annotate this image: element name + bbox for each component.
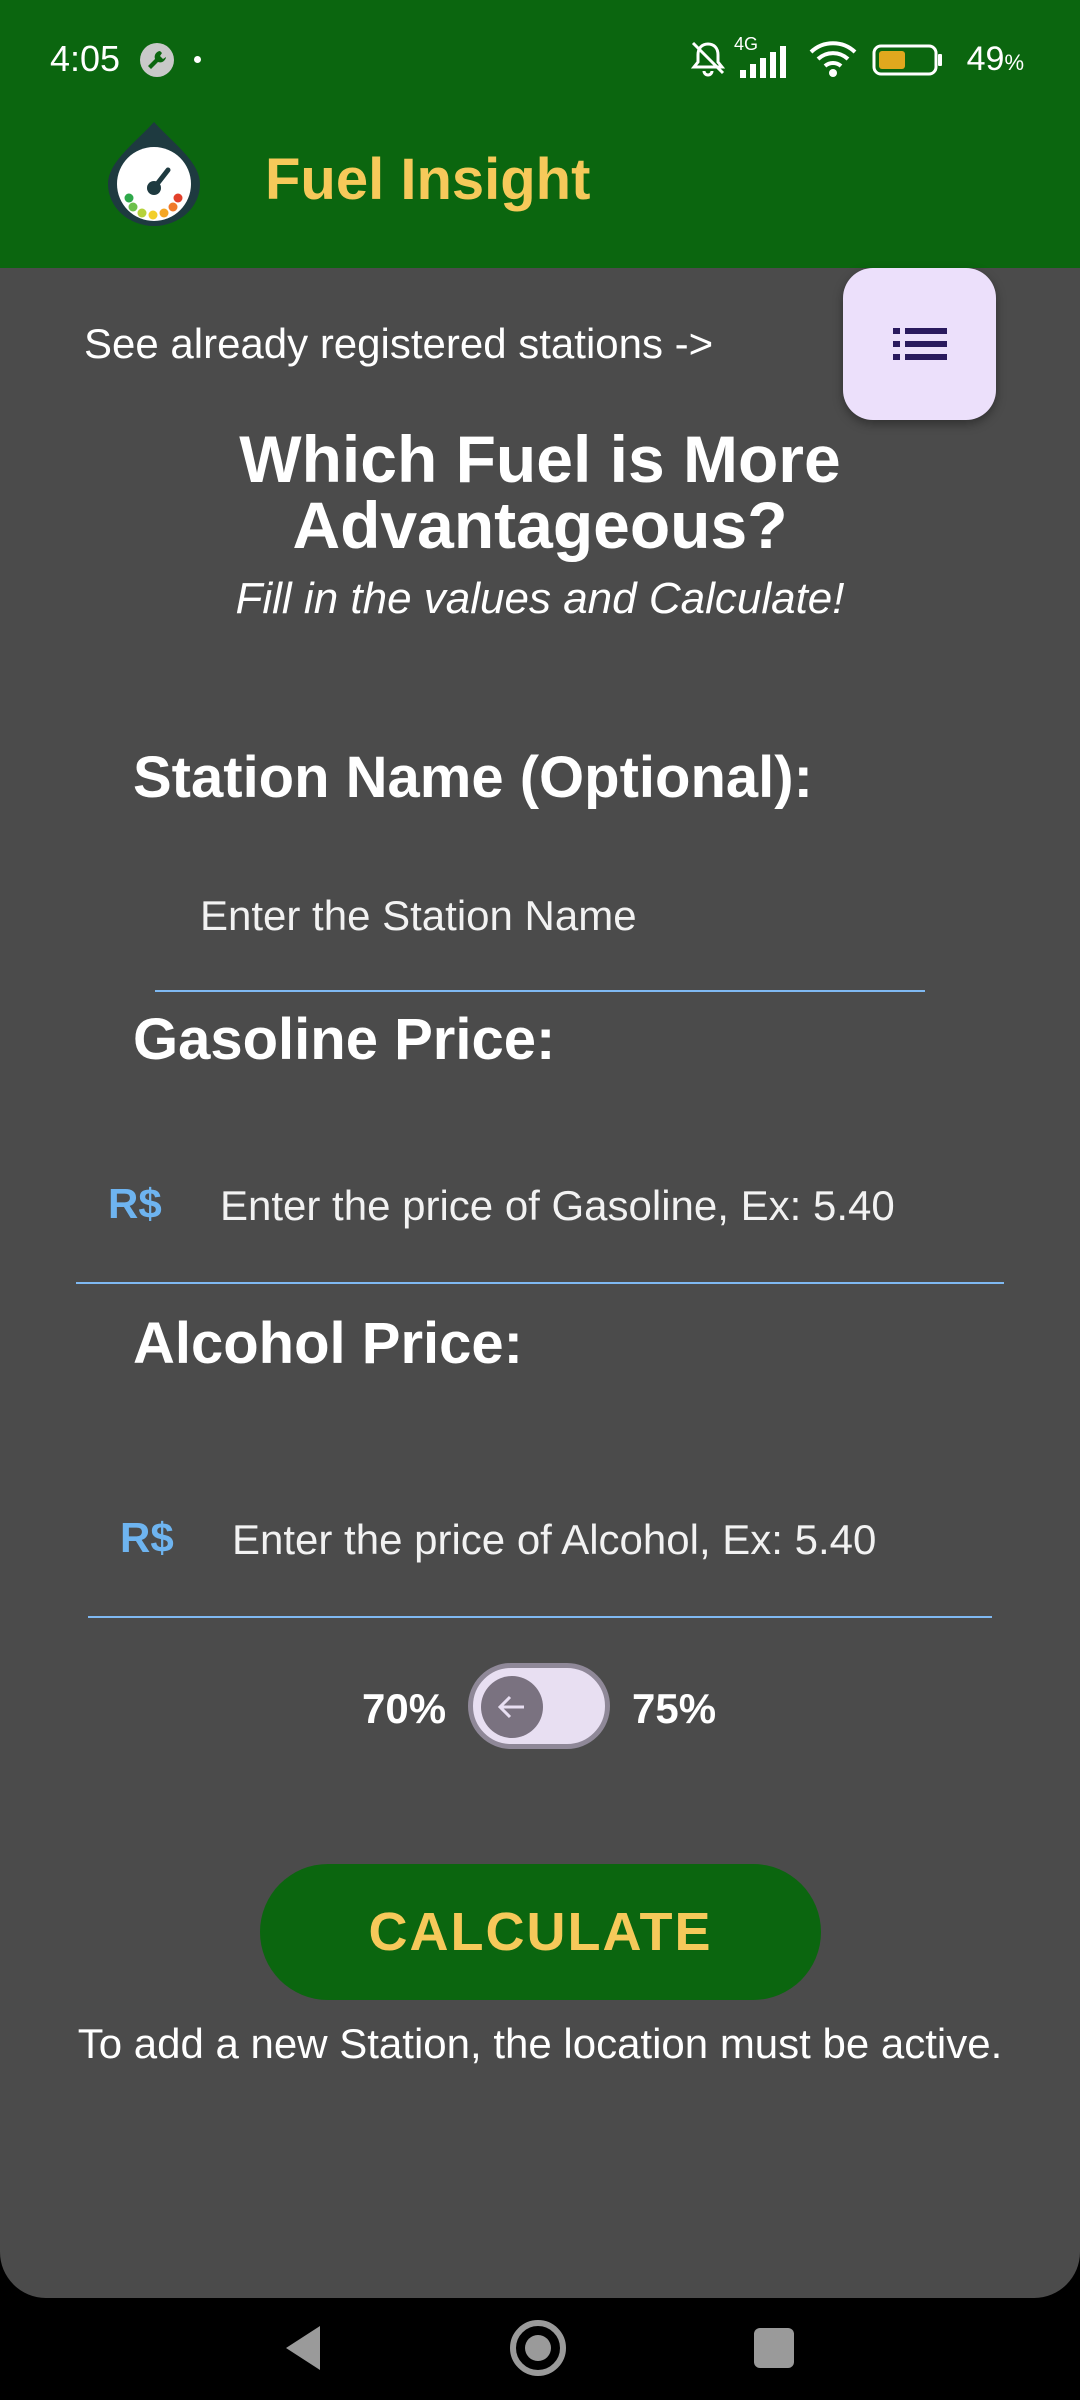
- home-icon[interactable]: [508, 2318, 568, 2378]
- notification-dot-icon: [194, 56, 201, 63]
- alcohol-price-label: Alcohol Price:: [133, 1311, 523, 1376]
- station-name-label: Station Name (Optional):: [133, 745, 813, 810]
- alcohol-currency-prefix: R$: [120, 1514, 174, 1561]
- system-nav-bar: [0, 2298, 1080, 2400]
- wrench-icon: [140, 43, 174, 77]
- station-name-underline: [155, 990, 925, 992]
- gasoline-price-input[interactable]: [220, 1176, 1000, 1236]
- status-icons: 4G 49%: [680, 34, 1080, 84]
- bell-muted-icon: [690, 41, 726, 77]
- back-icon[interactable]: [280, 2320, 330, 2376]
- app-header: 4:05 4G 49% Fuel Insight: [0, 0, 1080, 268]
- calculate-button[interactable]: CALCULATE: [260, 1864, 821, 2000]
- ratio-toggle-switch[interactable]: [468, 1663, 610, 1749]
- see-stations-text: See already registered stations ->: [84, 320, 714, 367]
- battery-icon: [872, 44, 942, 76]
- alcohol-price-underline: [88, 1616, 992, 1618]
- location-note: To add a new Station, the location must …: [77, 2020, 1003, 2067]
- gasoline-currency-prefix: R$: [108, 1180, 162, 1227]
- gauge-drop-logo: [108, 122, 200, 226]
- recents-icon[interactable]: [752, 2326, 796, 2370]
- status-time: 4:05: [50, 38, 121, 79]
- list-icon: [893, 328, 947, 360]
- heading-line-1: Which Fuel is More: [239, 422, 841, 496]
- page-subheading: Fill in the values and Calculate!: [235, 574, 845, 623]
- signal-icon: [740, 46, 786, 78]
- gasoline-price-label: Gasoline Price:: [133, 1007, 556, 1072]
- switch-thumb: [481, 1676, 543, 1738]
- app-title: Fuel Insight: [265, 147, 591, 212]
- ratio-70-label: 70%: [362, 1685, 447, 1732]
- alcohol-price-input[interactable]: [232, 1510, 992, 1570]
- screen: 4:05 4G 49% Fuel Insight See already reg…: [0, 0, 1080, 2400]
- arrow-left-icon: [497, 1695, 524, 1719]
- station-name-input[interactable]: [200, 886, 920, 946]
- ratio-toggle-row: 70% 75%: [0, 1663, 1080, 1753]
- battery-percent: 49%: [966, 40, 1024, 78]
- main-panel: See already registered stations -> Which…: [0, 268, 1080, 2298]
- heading-line-2: Advantageous?: [292, 488, 788, 562]
- stations-list-button[interactable]: [843, 268, 996, 420]
- gasoline-price-underline: [76, 1282, 1004, 1284]
- ratio-75-label: 75%: [632, 1685, 717, 1732]
- wifi-icon: [809, 41, 857, 77]
- page-heading: Which Fuel is More Advantageous?: [0, 426, 1080, 558]
